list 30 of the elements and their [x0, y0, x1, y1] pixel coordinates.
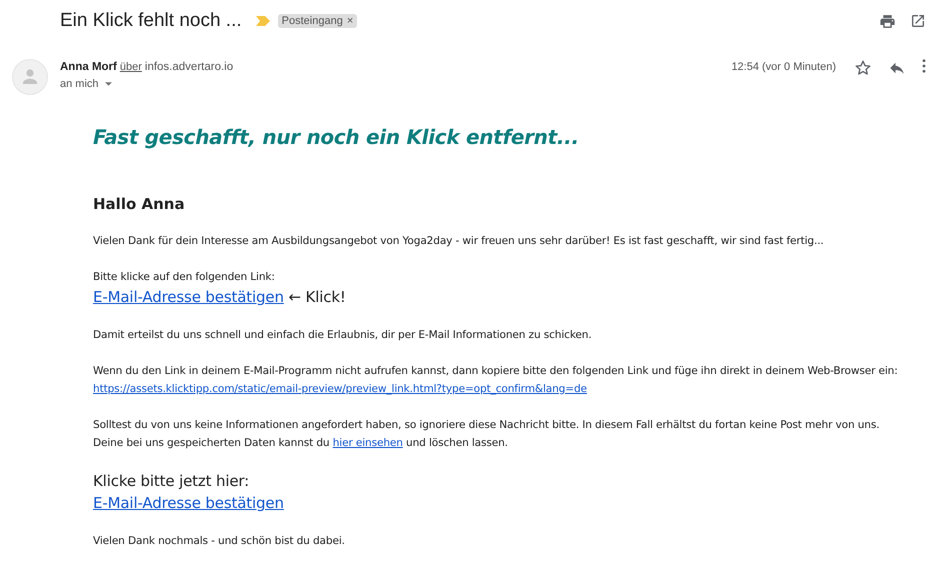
- sender-name: Anna Morf: [60, 60, 117, 72]
- link[interactable]: hier einsehen: [332, 437, 403, 449]
- recipient-text: an mich: [60, 78, 99, 90]
- email-text-line: Damit erteilst du uns schnell und einfach die Erlaubnis, dir per E-Mail Informationen zu schicken.: [93, 328, 593, 343]
- email-text-line: Wenn du den Link in deinem E-Mail-Programm nicht aufrufen kannst, dann kopiere bitte den folgenden Link und füge ihn direkt in deinem Web-Browser ein:: [93, 364, 899, 379]
- timestamp: 12:54 (vor 0 Minuten): [731, 61, 836, 73]
- email-subject: Ein Klick fehlt noch ...: [60, 10, 242, 32]
- email-headline: Fast geschafft, nur noch ein Klick entfernt...: [93, 125, 580, 149]
- email-text-line: E-Mail-Adresse bestätigen ← Klick!: [93, 287, 347, 308]
- email-text-line: Deine bei uns gespeicherten Daten kannst du hier einsehen und löschen lassen.: [93, 436, 509, 451]
- importance-marker-icon[interactable]: [256, 16, 270, 26]
- email-text-line: Bitte klicke auf den folgenden Link:: [93, 270, 276, 285]
- email-text-line: Solltest du von uns keine Informationen angefordert haben, so ignoriere diese Nachricht bitte. In diesem Fall erhältst du fortan keine Post mehr von uns.: [93, 418, 880, 433]
- star-icon[interactable]: [854, 59, 872, 77]
- greeting: Hallo Anna: [93, 195, 186, 213]
- email-text-line: Klicke bitte jetzt hier:: [93, 471, 250, 492]
- dropdown-caret-icon[interactable]: [104, 82, 112, 86]
- link[interactable]: https://assets.klicktipp.com/static/email-preview/preview_link.html?type=opt_confirm&lang=de: [93, 383, 587, 395]
- open-in-new-window-icon[interactable]: [910, 13, 926, 29]
- more-options-icon[interactable]: [922, 59, 926, 73]
- sender-domain: infos.advertaro.io: [144, 60, 234, 72]
- email-text-line: Vielen Dank nochmals - und schön bist du dabei.: [93, 534, 346, 549]
- email-text-line: Vielen Dank für dein Interesse am Ausbildungsangebot von Yoga2day - wir freuen uns sehr darüber! Es ist fast geschafft, wir sind fast fertig...: [93, 234, 825, 249]
- link[interactable]: E-Mail-Adresse bestätigen: [93, 288, 284, 306]
- print-icon[interactable]: [879, 12, 896, 30]
- link[interactable]: E-Mail-Adresse bestätigen: [93, 494, 284, 512]
- label-text: Posteingang: [282, 15, 343, 27]
- via-link[interactable]: über: [120, 60, 142, 72]
- remove-label-button[interactable]: ×: [346, 15, 354, 27]
- avatar-icon: [12, 59, 48, 95]
